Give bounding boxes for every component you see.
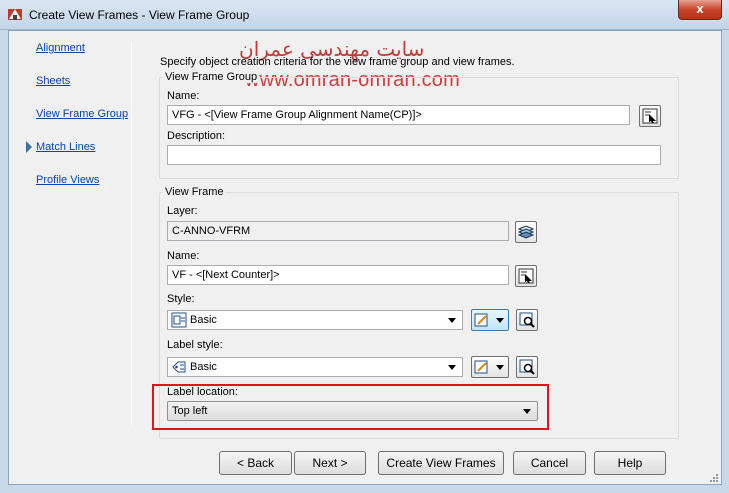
preview-magnifier-icon	[519, 312, 535, 328]
nav-view-frame-group[interactable]: View Frame Group	[36, 108, 128, 120]
nav-profile-views[interactable]: Profile Views	[36, 174, 99, 186]
group-name-label: Name:	[167, 90, 200, 102]
label-style-value: Basic	[190, 361, 217, 373]
style-value: Basic	[190, 314, 217, 326]
nav-alignment[interactable]: Alignment	[36, 42, 85, 54]
group-description-input[interactable]	[167, 145, 661, 165]
style-combo[interactable]: Basic	[167, 310, 463, 330]
view-frame-group-title: View Frame Group	[163, 71, 260, 83]
preview-magnifier-icon	[519, 359, 535, 375]
resize-grip-icon[interactable]	[709, 473, 719, 483]
label-style-preview-button[interactable]	[516, 356, 538, 378]
group-name-editor-button[interactable]	[639, 105, 661, 127]
intro-text: Specify object creation criteria for the…	[160, 56, 515, 68]
help-button[interactable]: Help	[594, 451, 666, 475]
layer-input[interactable]: C-ANNO-VFRM	[167, 221, 509, 241]
layer-select-button[interactable]	[515, 221, 537, 243]
frame-name-input[interactable]: VF - <[Next Counter]>	[167, 265, 509, 285]
nav-match-lines[interactable]: Match Lines	[36, 141, 95, 153]
chevron-down-icon	[448, 365, 456, 370]
name-template-icon	[642, 108, 658, 124]
window-title: Create View Frames - View Frame Group	[29, 8, 250, 22]
chevron-down-icon	[448, 318, 456, 323]
label-style-combo[interactable]: Basic	[167, 357, 463, 377]
style-edit-button[interactable]	[471, 309, 509, 331]
label-style-label: Label style:	[167, 339, 223, 351]
next-button[interactable]: Next >	[294, 451, 366, 475]
style-label: Style:	[167, 293, 195, 305]
view-frame-title: View Frame	[163, 186, 226, 198]
chevron-down-icon	[496, 318, 504, 323]
edit-style-icon	[474, 313, 488, 327]
frame-name-editor-button[interactable]	[515, 265, 537, 287]
nav-separator	[131, 42, 132, 425]
layer-label: Layer:	[167, 205, 198, 217]
civil3d-app-icon	[8, 9, 22, 20]
view-frame-style-icon	[171, 312, 187, 328]
label-style-icon	[172, 361, 186, 373]
cancel-button[interactable]: Cancel	[513, 451, 586, 475]
name-template-icon	[518, 268, 534, 284]
current-page-arrow-icon	[26, 141, 32, 153]
nav-sheets[interactable]: Sheets	[36, 75, 70, 87]
edit-style-icon	[474, 360, 488, 374]
title-bar[interactable]: Create View Frames - View Frame Group x	[0, 0, 729, 30]
close-button[interactable]: x	[678, 0, 722, 20]
layers-icon	[518, 225, 534, 239]
label-location-highlight	[152, 384, 549, 430]
label-style-edit-button[interactable]	[471, 356, 509, 378]
style-preview-button[interactable]	[516, 309, 538, 331]
back-button[interactable]: < Back	[219, 451, 292, 475]
frame-name-label: Name:	[167, 250, 200, 262]
close-icon: x	[696, 1, 704, 16]
group-name-input[interactable]: VFG - <[View Frame Group Alignment Name(…	[167, 105, 630, 125]
group-description-label: Description:	[167, 130, 226, 142]
chevron-down-icon	[496, 365, 504, 370]
create-view-frames-button[interactable]: Create View Frames	[378, 451, 504, 475]
